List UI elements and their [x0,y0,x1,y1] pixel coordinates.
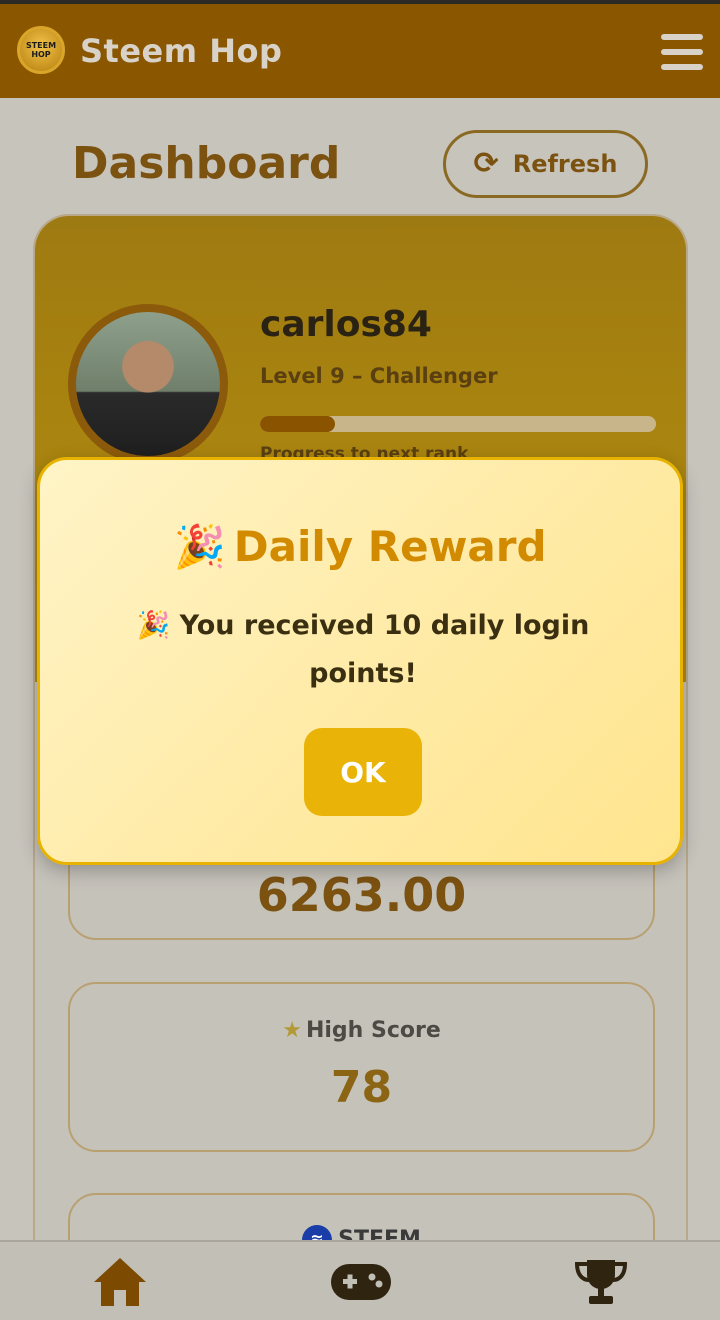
page-title: Dashboard [72,138,341,189]
username: carlos84 [260,304,432,345]
high-score-card: ★ High Score 78 [68,982,655,1152]
nav-home-button[interactable] [92,1256,148,1312]
ok-button[interactable]: OK [304,728,422,816]
logo-text-line2: HOP [31,50,51,59]
modal-title-row: 🎉 Daily Reward [40,522,680,572]
star-icon: ★ [282,1018,302,1043]
rank-progress-bar [260,416,656,432]
bottom-nav [0,1240,720,1320]
avatar [68,304,228,464]
refresh-button[interactable]: ⟳ Refresh [443,130,648,198]
app-logo: STEEM HOP [17,26,65,74]
nav-leaderboard-button[interactable] [573,1258,629,1310]
refresh-label: Refresh [512,150,618,178]
app-title: Steem Hop [80,32,283,70]
hamburger-menu-icon[interactable] [661,34,705,72]
party-popper-icon: 🎉 [173,522,226,571]
app-header: STEEM HOP Steem Hop [0,4,720,98]
gamepad-icon [331,1264,391,1300]
high-score-label: High Score [305,1018,441,1043]
trophy-icon [574,1260,628,1304]
refresh-icon: ⟳ [473,146,499,181]
daily-reward-modal: 🎉 Daily Reward 🎉 You received 10 daily lo… [37,457,683,865]
logo-text-line1: STEEM [25,41,57,50]
points-value: 6263.00 [256,868,467,922]
modal-title: Daily Reward [233,522,547,571]
modal-message: 🎉 You received 10 daily login points! [136,610,590,689]
rank-progress-fill [260,416,336,432]
home-icon [94,1258,146,1306]
high-score-value: 78 [330,1062,393,1113]
nav-games-button[interactable] [330,1262,392,1306]
level-text: Level 9 – Challenger [260,364,498,388]
high-score-label-row: ★ High Score [70,1018,653,1043]
